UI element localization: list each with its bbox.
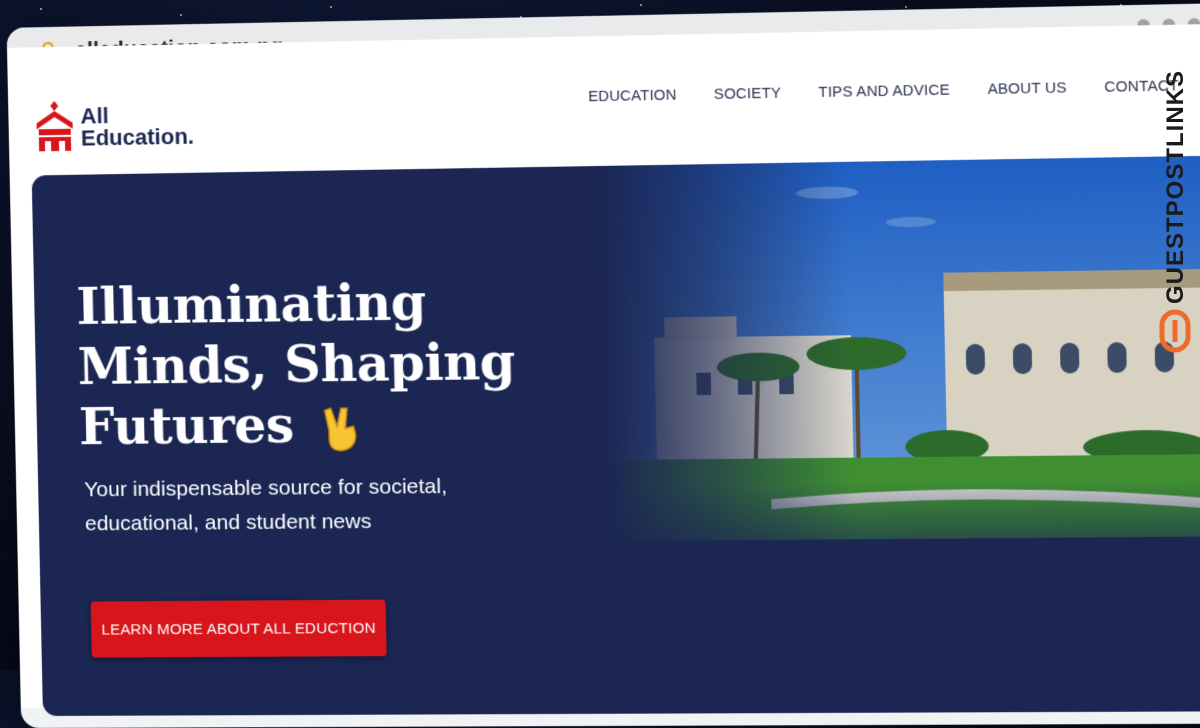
- nav-about-us[interactable]: ABOUT US: [987, 80, 1066, 98]
- hero-section: Illuminating Minds, Shaping Futures Your…: [31, 155, 1200, 716]
- victory-hand-emoji: [319, 404, 365, 453]
- logo-wordmark: All Education.: [80, 103, 195, 151]
- guestpostlinks-watermark: GUESTPOSTLINKS: [1159, 70, 1191, 353]
- logo-line2: Education: [80, 123, 189, 151]
- university-campus-photo: [599, 155, 1200, 542]
- main-nav: EDUCATION SOCIETY TIPS AND ADVICE ABOUT …: [588, 78, 1179, 105]
- nav-education[interactable]: EDUCATION: [588, 87, 677, 105]
- learn-more-button[interactable]: LEARN MORE ABOUT ALL EDUCTION: [90, 599, 387, 658]
- watermark-text: GUESTPOSTLINKS: [1162, 70, 1189, 304]
- school-building-icon: [36, 100, 73, 152]
- nav-society[interactable]: SOCIETY: [714, 86, 782, 104]
- browser-window: alleducation.com.ng All Education.: [0, 0, 1200, 728]
- hero-subtitle: Your indispensable source for societal, …: [84, 474, 448, 536]
- hero-title-line1: Illuminating: [75, 271, 427, 337]
- webpage: All Education. EDUCATION SOCIETY TIPS AN…: [6, 23, 1200, 716]
- hero-title-line3: Futures: [78, 394, 295, 457]
- hero-title: Illuminating Minds, Shaping Futures: [76, 270, 546, 457]
- guestpostlinks-logo-icon: [1159, 309, 1191, 353]
- logo-dot: .: [187, 123, 195, 149]
- site-logo[interactable]: All Education.: [34, 96, 194, 157]
- nav-tips-and-advice[interactable]: TIPS AND ADVICE: [818, 82, 950, 101]
- hero-title-line2: Minds, Shaping: [77, 331, 516, 397]
